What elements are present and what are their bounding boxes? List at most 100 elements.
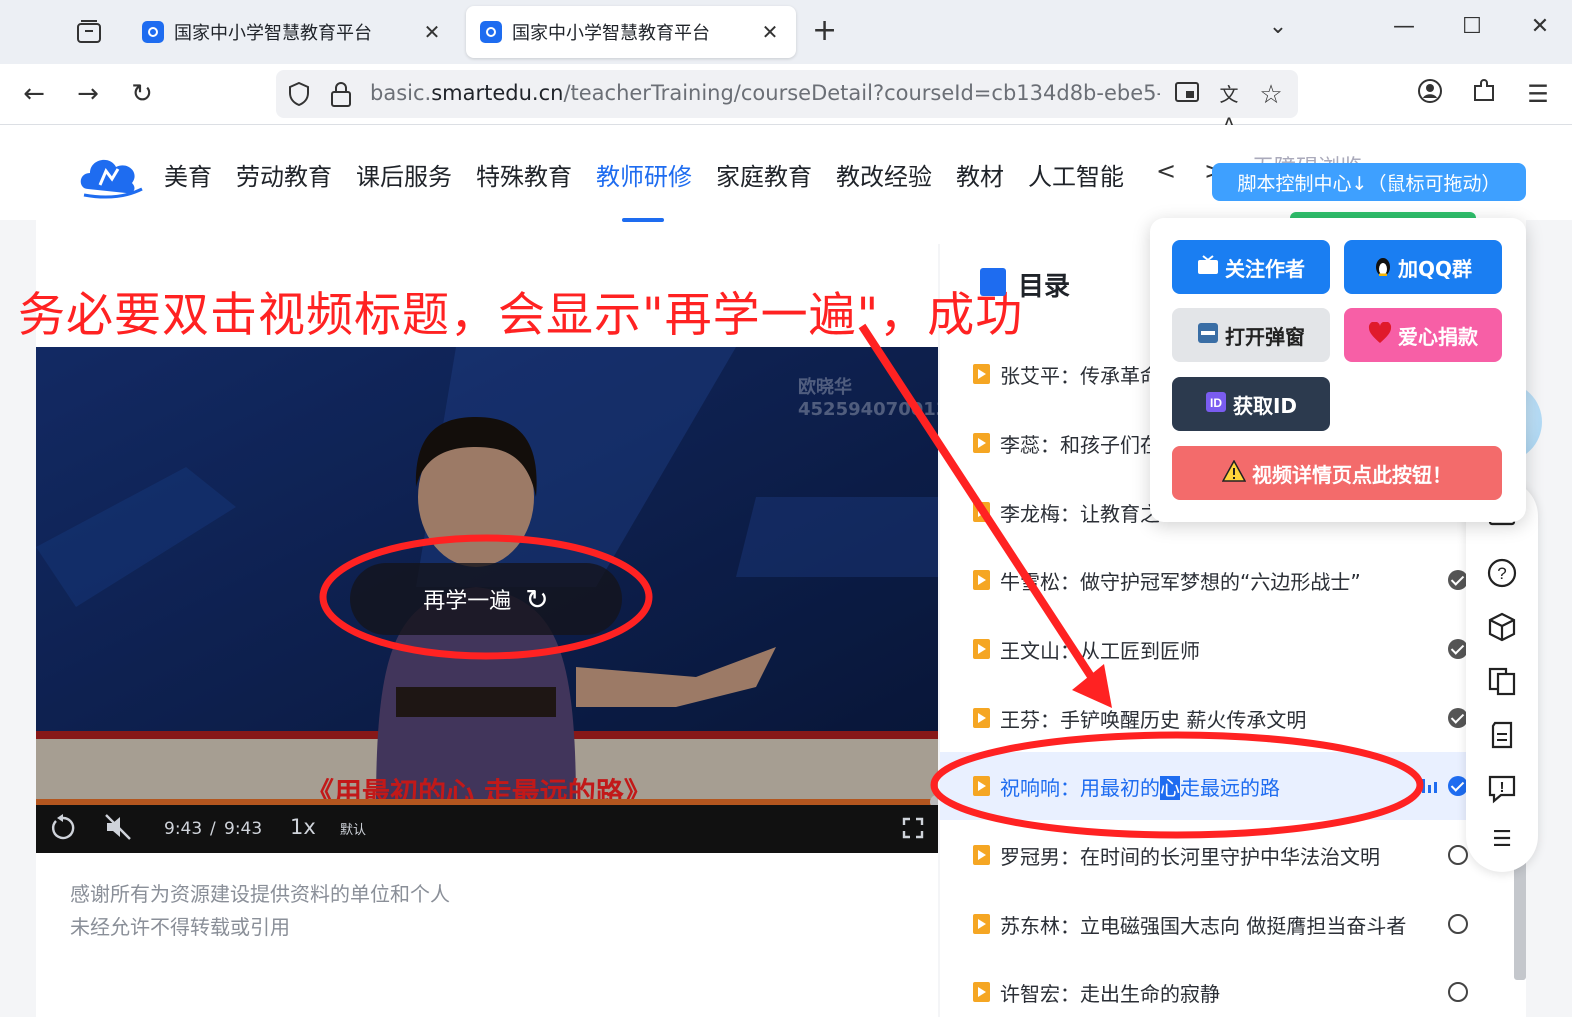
- nav-item-reform[interactable]: 教改经验: [836, 157, 932, 192]
- svg-text:ID: ID: [1210, 396, 1222, 410]
- reload-button[interactable]: ↻: [124, 78, 160, 110]
- bookmark-star-icon[interactable]: ☆: [1256, 80, 1286, 110]
- catalog-item[interactable]: 王芬：手铲唤醒历史 薪火传承文明: [940, 684, 1480, 752]
- time-current: 9:43: [164, 819, 203, 839]
- tab-overview-icon[interactable]: [70, 14, 108, 50]
- window-maximize-button[interactable]: ☐: [1452, 14, 1492, 39]
- nav-item-labor[interactable]: 劳动教育: [236, 157, 332, 192]
- replay-again-button[interactable]: 再学一遍 ↻: [350, 563, 622, 635]
- video-lesson-icon: [973, 364, 990, 384]
- quality-selector[interactable]: 默认: [340, 819, 366, 838]
- collapse-menu-icon[interactable]: ☰: [1486, 824, 1518, 856]
- browser-tab-2-active[interactable]: 国家中小学智慧教育平台 ✕: [466, 6, 796, 58]
- translate-icon[interactable]: 文A: [1214, 80, 1244, 136]
- help-icon[interactable]: ?: [1486, 558, 1518, 590]
- unwatched-circle-icon: [1448, 845, 1468, 865]
- nav-item-ai[interactable]: 人工智能: [1028, 157, 1124, 192]
- back-button[interactable]: ←: [16, 78, 52, 110]
- replay-control-icon[interactable]: [50, 813, 76, 846]
- browser-tab-1[interactable]: 国家中小学智慧教育平台 ✕: [128, 6, 458, 58]
- catalog-item[interactable]: 苏东林：立电磁强国大志向 做挺膺担当奋斗者: [940, 890, 1480, 958]
- browser-nav-bar: ← → ↻ basic.smartedu.cn/teacherTraining/…: [0, 64, 1572, 136]
- video-lesson-icon: [973, 708, 990, 728]
- copy-pages-icon[interactable]: [1486, 666, 1518, 698]
- smartedu-logo[interactable]: [76, 149, 146, 199]
- video-lesson-icon: [973, 914, 990, 934]
- notes-icon[interactable]: [1486, 720, 1518, 752]
- video-lesson-icon: [973, 570, 990, 590]
- donate-button[interactable]: 爱心捐款: [1344, 308, 1502, 362]
- lock-icon[interactable]: [330, 80, 352, 108]
- get-id-button[interactable]: ID 获取ID: [1172, 377, 1330, 431]
- extensions-puzzle-icon[interactable]: [1466, 78, 1502, 112]
- video-player[interactable]: 欧晓华 452594070013 再学一遍 ↻ 《用最初的心 走最远的路》 9:…: [36, 347, 938, 853]
- tab-close-icon[interactable]: ✕: [758, 20, 782, 44]
- script-panel-title[interactable]: 脚本控制中心↓（鼠标可拖动）: [1212, 163, 1526, 201]
- tab-title: 国家中小学智慧教育平台: [512, 23, 710, 44]
- warning-icon: [1221, 458, 1247, 487]
- feedback-icon[interactable]: !: [1486, 774, 1518, 806]
- time-total: 9:43: [224, 819, 263, 839]
- address-bar[interactable]: basic.smartedu.cn/teacherTraining/course…: [276, 70, 1298, 136]
- catalog-item-title: 李蕊：和孩子们在: [1000, 433, 1160, 457]
- nav-item-aesthetic[interactable]: 美育: [164, 157, 212, 192]
- catalog-item[interactable]: 罗冠男：在时间的长河里守护中华法治文明: [940, 821, 1480, 889]
- tv-icon: [1197, 254, 1219, 280]
- nav-item-afterschool[interactable]: 课后服务: [356, 157, 452, 192]
- video-lesson-icon: [973, 502, 990, 522]
- catalog-item-current[interactable]: 祝响响：用最初的心走最远的路: [940, 752, 1480, 820]
- catalog-item-title: 王芬：手铲唤醒历史 薪火传承文明: [1000, 708, 1307, 732]
- completed-check-icon: [1448, 570, 1468, 590]
- catalog-item[interactable]: 牛雪松：做守护冠军梦想的“六边形战士”: [940, 546, 1480, 614]
- forward-button[interactable]: →: [70, 78, 106, 110]
- cube-icon[interactable]: [1486, 612, 1518, 644]
- mute-icon[interactable]: [104, 813, 134, 846]
- join-qq-group-button[interactable]: 加QQ群: [1344, 240, 1502, 294]
- heart-icon: [1368, 320, 1392, 349]
- catalog-item-title: 李龙梅：让教育之: [1000, 502, 1160, 526]
- catalog-item-title[interactable]: 祝响响：用最初的心走最远的路: [1000, 772, 1280, 801]
- catalog-title: 目录: [1018, 272, 1071, 302]
- follow-author-button[interactable]: 关注作者: [1172, 240, 1330, 294]
- catalog-item-title: 王文山：从工匠到匠师: [1000, 639, 1200, 663]
- fullscreen-icon[interactable]: [902, 817, 924, 844]
- shield-icon[interactable]: [288, 82, 310, 106]
- catalog-item[interactable]: 许智宏：走出生命的寂静: [940, 958, 1480, 1017]
- video-lesson-icon: [973, 982, 990, 1002]
- video-lesson-icon: [973, 776, 990, 796]
- nav-prev-arrow[interactable]: <: [1156, 157, 1176, 185]
- video-lesson-icon: [973, 845, 990, 865]
- tab-title: 国家中小学智慧教育平台: [174, 23, 372, 44]
- open-popup-button[interactable]: 打开弹窗: [1172, 308, 1330, 362]
- catalog-item-title: 张艾平：传承革命: [1000, 364, 1160, 388]
- reader-view-icon[interactable]: [1172, 80, 1202, 110]
- catalog-item[interactable]: 王文山：从工匠到匠师: [940, 615, 1480, 683]
- url-text[interactable]: basic.smartedu.cn/teacherTraining/course…: [370, 81, 1160, 109]
- tab-list-chevron-icon[interactable]: ⌄: [1258, 14, 1298, 39]
- nav-item-textbook[interactable]: 教材: [956, 157, 1004, 192]
- current-check-icon: [1448, 776, 1468, 796]
- window-close-button[interactable]: ✕: [1520, 14, 1560, 39]
- catalog-item-title: 许智宏：走出生命的寂静: [1000, 982, 1220, 1006]
- account-icon[interactable]: [1412, 78, 1448, 112]
- site-favicon-icon: [142, 21, 164, 43]
- replay-icon: ↻: [525, 582, 549, 616]
- tab-close-icon[interactable]: ✕: [420, 20, 444, 44]
- nav-item-special[interactable]: 特殊教育: [476, 157, 572, 192]
- new-tab-button[interactable]: +: [812, 14, 837, 48]
- video-detail-page-button[interactable]: 视频详情页点此按钮！: [1172, 446, 1502, 500]
- browser-tab-bar: 国家中小学智慧教育平台 ✕ 国家中小学智慧教育平台 ✕ + ⌄ — ☐ ✕: [0, 0, 1572, 64]
- help-glyph: ?: [1497, 564, 1506, 583]
- video-lesson-icon: [973, 433, 990, 453]
- nav-item-family[interactable]: 家庭教育: [716, 157, 812, 192]
- unwatched-circle-icon: [1448, 914, 1468, 934]
- browser-menu-icon[interactable]: ☰: [1520, 78, 1556, 110]
- side-tool-rail: ? ! ☰: [1466, 480, 1538, 872]
- video-controls: 9:43 / 9:43 1x 默认: [36, 805, 938, 853]
- now-playing-icon: [1422, 779, 1442, 793]
- playback-speed[interactable]: 1x: [290, 815, 316, 839]
- script-control-panel: 关注作者 加QQ群 打开弹窗 爱心捐款 ID 获取ID 视频详情页点此按钮！: [1150, 218, 1526, 522]
- nav-item-teacher-training[interactable]: 教师研修: [596, 157, 692, 192]
- window-minimize-button[interactable]: —: [1384, 14, 1424, 39]
- nav-active-underline: [622, 218, 664, 222]
